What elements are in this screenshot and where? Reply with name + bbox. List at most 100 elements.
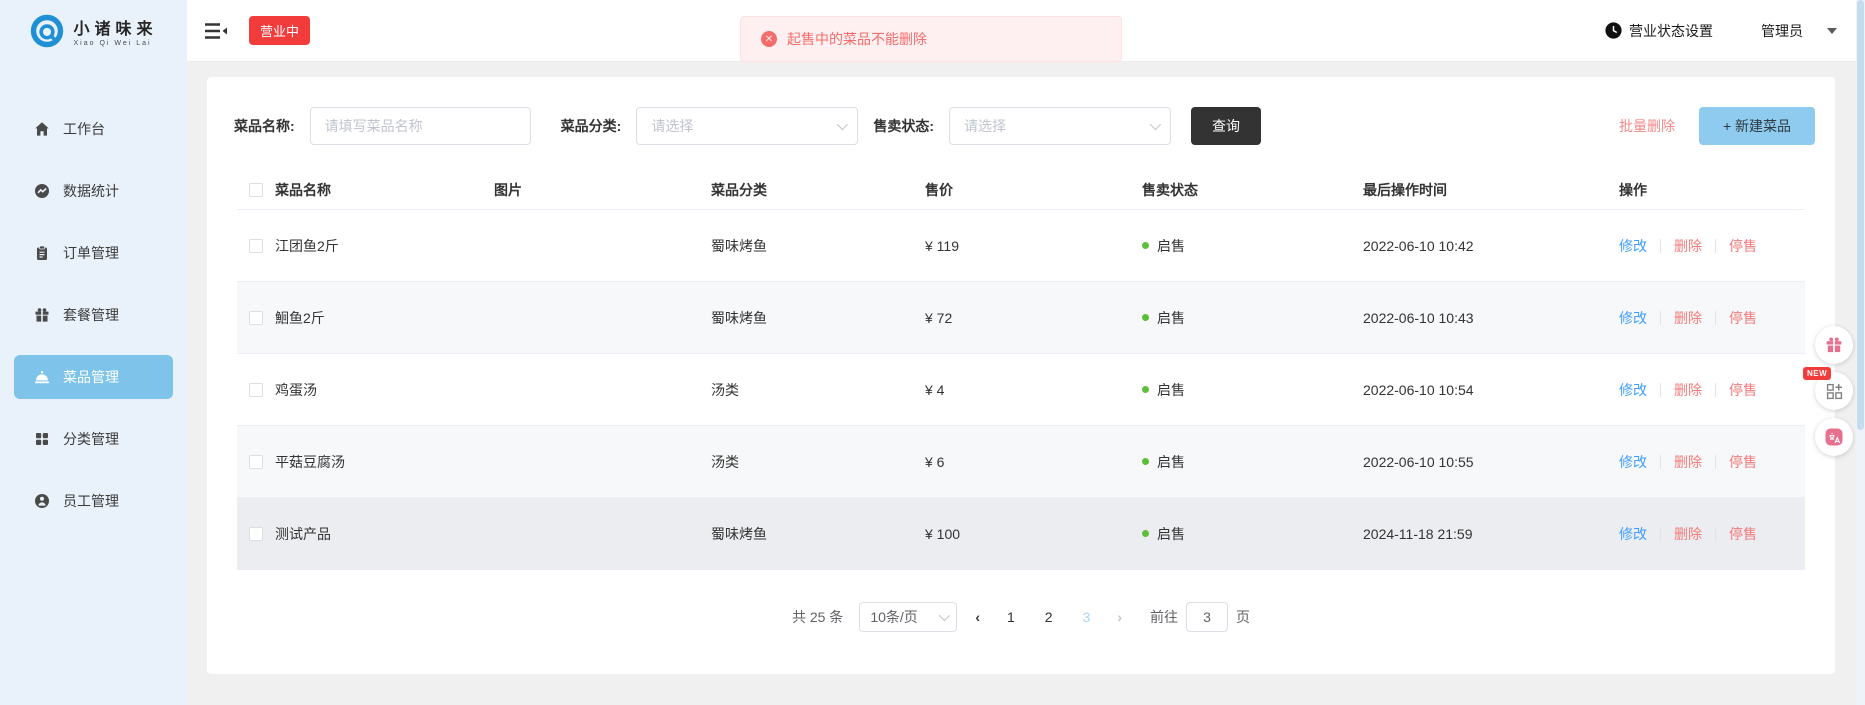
clipboard-icon: [34, 245, 50, 261]
dish-name: 测试产品: [275, 524, 494, 544]
dish-category-select[interactable]: 请选择: [636, 107, 858, 145]
page-size-select[interactable]: 10条/页: [859, 602, 957, 632]
delete-link[interactable]: 删除: [1674, 308, 1702, 328]
next-page-button[interactable]: ›: [1111, 609, 1128, 625]
row-checkbox[interactable]: [249, 527, 263, 541]
vertical-scrollbar[interactable]: [1856, 0, 1865, 705]
brand-pinyin: Xiao Qi Wei Lai: [73, 40, 157, 47]
goto-page-input[interactable]: [1186, 602, 1228, 632]
user-menu[interactable]: 管理员: [1761, 21, 1837, 41]
col-category: 菜品分类: [711, 180, 925, 200]
table-header: 菜品名称 图片 菜品分类 售价 售卖状态 最后操作时间 操作: [237, 170, 1805, 210]
prev-page-button[interactable]: ‹: [969, 609, 986, 625]
brand-name: 小诸味来: [73, 15, 157, 39]
gift-icon: [1825, 336, 1843, 354]
table-row: 鮰鱼2斤 蜀味烤鱼 ¥ 72 启售 2022-06-10 10:43 修改 删除…: [237, 282, 1805, 354]
sidebar: 小诸味来 Xiao Qi Wei Lai 工作台 数据统计 订单管理 套餐管理 …: [0, 0, 187, 705]
action-divider: [1715, 383, 1716, 397]
action-divider: [1660, 527, 1661, 541]
action-divider: [1715, 455, 1716, 469]
goto-suffix: 页: [1236, 607, 1250, 627]
status-dot-icon: [1142, 386, 1149, 393]
dish-name-input[interactable]: [310, 107, 531, 145]
last-modified-time: 2022-06-10 10:54: [1363, 382, 1619, 398]
sidebar-item-dishes[interactable]: 菜品管理: [14, 355, 173, 399]
stop-sale-link[interactable]: 停售: [1729, 380, 1757, 400]
edit-link[interactable]: 修改: [1619, 236, 1647, 256]
edit-link[interactable]: 修改: [1619, 380, 1647, 400]
row-checkbox[interactable]: [249, 455, 263, 469]
business-status-settings[interactable]: 营业状态设置: [1605, 21, 1713, 41]
grid-squares-icon: [34, 431, 50, 447]
edit-link[interactable]: 修改: [1619, 308, 1647, 328]
sale-status-label: 售卖状态:: [873, 116, 934, 136]
stop-sale-link[interactable]: 停售: [1729, 308, 1757, 328]
dish-category-placeholder: 请选择: [651, 116, 693, 136]
gift-icon: [34, 307, 50, 323]
page-3-button-current[interactable]: 3: [1074, 609, 1100, 625]
sidebar-item-statistics[interactable]: 数据统计: [14, 169, 173, 213]
translate-icon: [1824, 427, 1844, 447]
sidebar-item-label: 订单管理: [63, 243, 119, 263]
edit-link[interactable]: 修改: [1619, 524, 1647, 544]
row-checkbox[interactable]: [249, 311, 263, 325]
gift-widget-button[interactable]: [1815, 326, 1853, 364]
stop-sale-link[interactable]: 停售: [1729, 236, 1757, 256]
filter-bar: 菜品名称: 菜品分类: 请选择 售卖状态: 请选择 查询 批量删除 + 新建菜品: [207, 77, 1835, 145]
action-divider: [1660, 239, 1661, 253]
edit-link[interactable]: 修改: [1619, 452, 1647, 472]
status-dot-icon: [1142, 242, 1149, 249]
delete-link[interactable]: 删除: [1674, 380, 1702, 400]
sidebar-item-orders[interactable]: 订单管理: [14, 231, 173, 275]
translate-widget-button[interactable]: [1815, 418, 1853, 456]
sidebar-item-staff[interactable]: 员工管理: [14, 479, 173, 523]
last-modified-time: 2022-06-10 10:42: [1363, 238, 1619, 254]
row-checkbox[interactable]: [249, 383, 263, 397]
page-1-button[interactable]: 1: [998, 609, 1024, 625]
chevron-down-icon: [1827, 28, 1837, 34]
sidebar-item-combos[interactable]: 套餐管理: [14, 293, 173, 337]
dish-category: 汤类: [711, 452, 925, 472]
user-name: 管理员: [1761, 21, 1803, 41]
delete-link[interactable]: 删除: [1674, 452, 1702, 472]
sidebar-menu: 工作台 数据统计 订单管理 套餐管理 菜品管理 分类管理 员工管理: [0, 107, 187, 523]
sale-status-placeholder: 请选择: [964, 116, 1006, 136]
dish-category: 蜀味烤鱼: [711, 308, 925, 328]
table-row: 平菇豆腐汤 汤类 ¥ 6 启售 2022-06-10 10:55 修改 删除 停…: [237, 426, 1805, 498]
scrollbar-thumb[interactable]: [1857, 0, 1864, 430]
sidebar-item-label: 套餐管理: [63, 305, 119, 325]
batch-delete-button[interactable]: 批量删除: [1619, 116, 1675, 136]
stop-sale-link[interactable]: 停售: [1729, 452, 1757, 472]
total-count: 共 25 条: [792, 607, 843, 627]
sale-status-select[interactable]: 请选择: [949, 107, 1171, 145]
dish-management-card: 菜品名称: 菜品分类: 请选择 售卖状态: 请选择 查询 批量删除 + 新建菜品: [207, 77, 1835, 674]
sidebar-item-categories[interactable]: 分类管理: [14, 417, 173, 461]
dish-name: 鮰鱼2斤: [275, 308, 494, 328]
search-button[interactable]: 查询: [1191, 107, 1261, 145]
new-badge: NEW: [1803, 367, 1831, 380]
last-modified-time: 2022-06-10 10:43: [1363, 310, 1619, 326]
chevron-down-icon: [837, 119, 848, 130]
error-icon: [761, 31, 777, 47]
dish-price: ¥ 6: [925, 454, 1142, 470]
dish-price: ¥ 72: [925, 310, 1142, 326]
row-checkbox[interactable]: [249, 239, 263, 253]
stop-sale-link[interactable]: 停售: [1729, 524, 1757, 544]
action-divider: [1715, 239, 1716, 253]
delete-link[interactable]: 删除: [1674, 236, 1702, 256]
action-divider: [1715, 527, 1716, 541]
table-row: 江团鱼2斤 蜀味烤鱼 ¥ 119 启售 2022-06-10 10:42 修改 …: [237, 210, 1805, 282]
chevron-down-icon: [939, 610, 950, 621]
page-2-button[interactable]: 2: [1036, 609, 1062, 625]
new-dish-button[interactable]: + 新建菜品: [1699, 107, 1815, 145]
sidebar-item-workbench[interactable]: 工作台: [14, 107, 173, 151]
dish-category-label: 菜品分类:: [561, 116, 622, 136]
chevron-down-icon: [1150, 119, 1161, 130]
status-dot-icon: [1142, 530, 1149, 537]
select-all-checkbox[interactable]: [249, 183, 263, 197]
dish-category: 汤类: [711, 380, 925, 400]
collapse-menu-icon[interactable]: [205, 23, 227, 39]
delete-link[interactable]: 删除: [1674, 524, 1702, 544]
miniapp-widget-button[interactable]: NEW: [1815, 372, 1853, 410]
dish-status: 启售: [1157, 452, 1185, 472]
